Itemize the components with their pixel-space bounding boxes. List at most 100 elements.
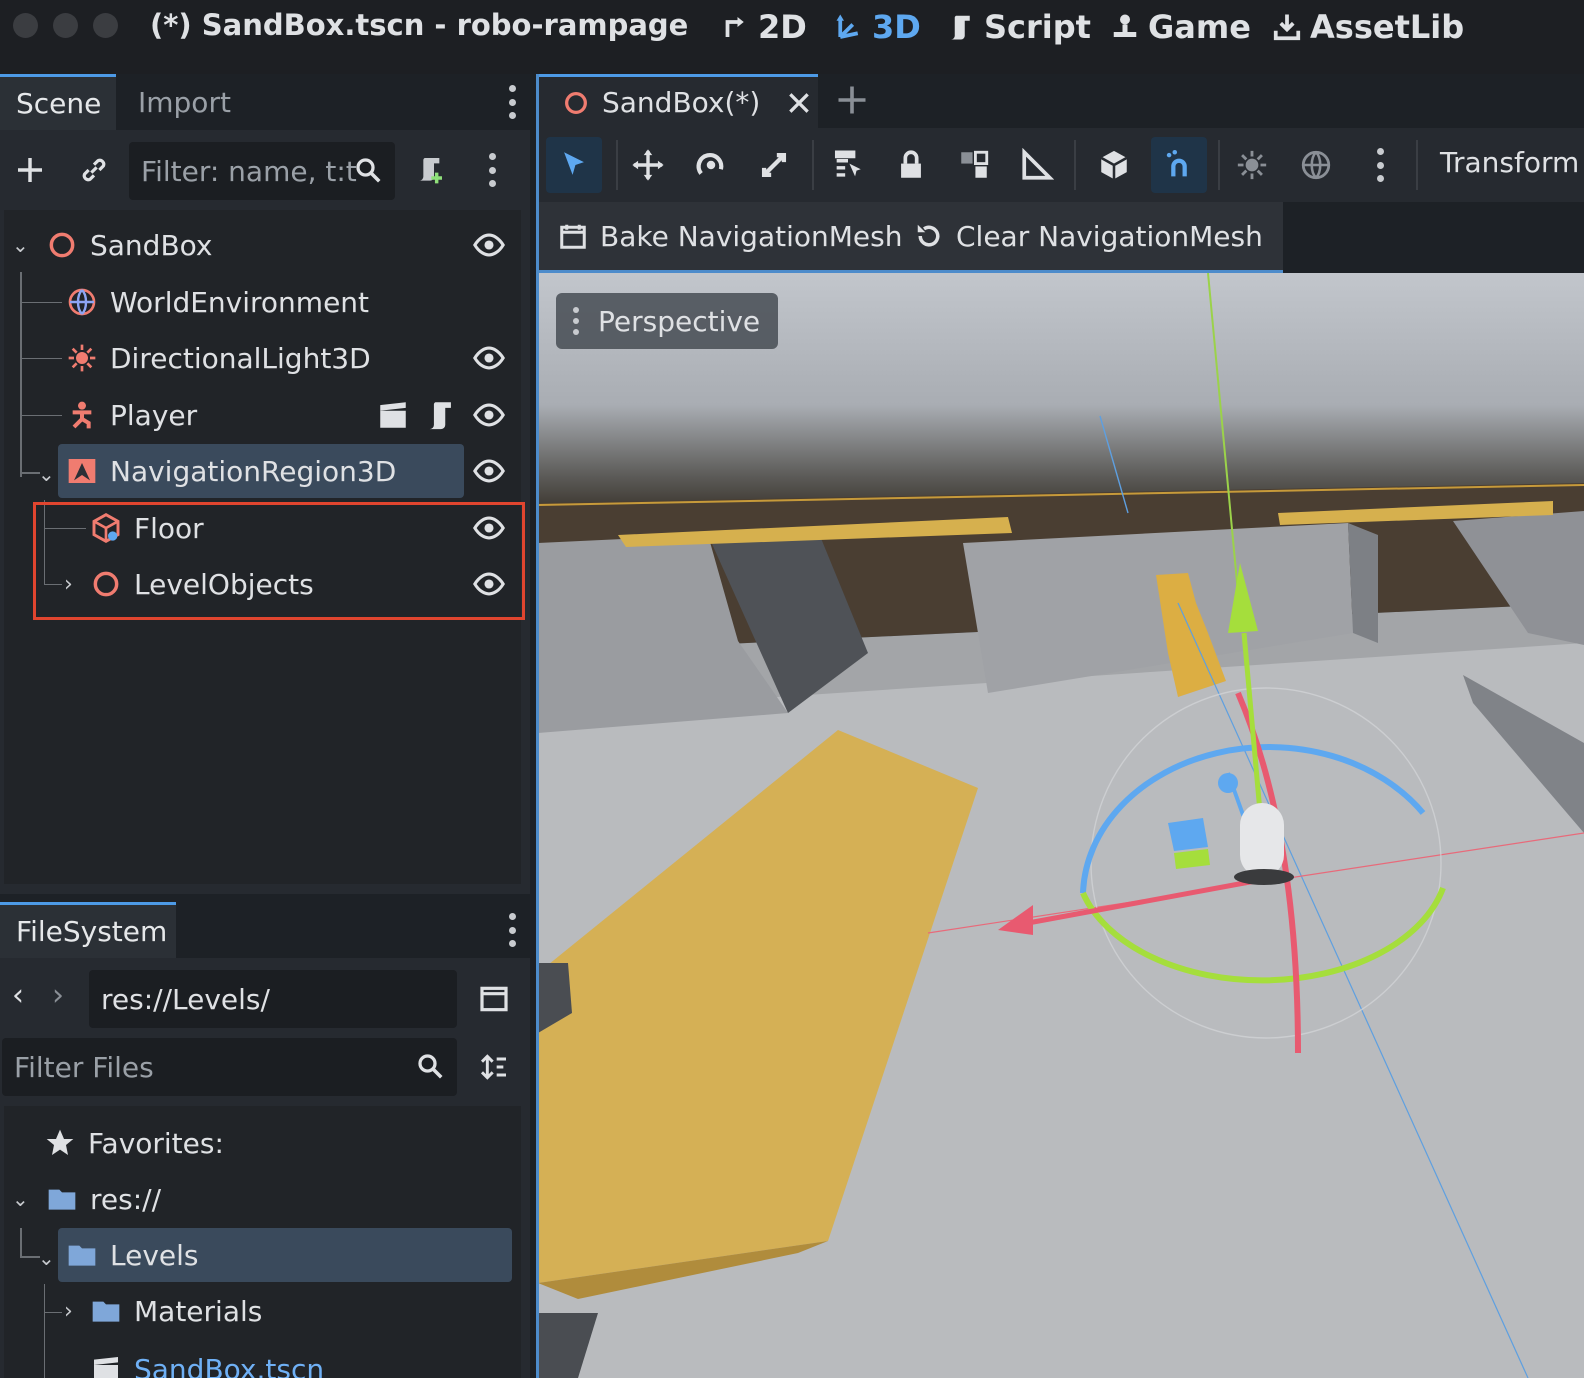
select-mode-button[interactable] bbox=[546, 137, 602, 193]
scene-toolbar-menu-icon[interactable] bbox=[488, 153, 496, 187]
res-root-item[interactable]: ⌄ res:// bbox=[12, 1172, 161, 1226]
sort-files-button[interactable] bbox=[472, 1045, 516, 1089]
scene-tree: ⌄ SandBox WorldEnvironment DirectionalLi… bbox=[4, 210, 521, 884]
filesystem-path-input[interactable]: res://Levels/ bbox=[89, 970, 457, 1028]
tree-node-worldenvironment[interactable]: WorldEnvironment bbox=[66, 275, 369, 329]
close-window-button[interactable] bbox=[13, 13, 38, 38]
workspace-2d-button[interactable]: 2D bbox=[720, 4, 807, 50]
scale-mode-button[interactable] bbox=[746, 137, 802, 193]
scene-tab-sandbox[interactable]: SandBox(*) bbox=[538, 74, 818, 128]
tree-node-player[interactable]: Player bbox=[66, 388, 197, 442]
add-node-button[interactable] bbox=[8, 148, 52, 192]
ruler-button[interactable] bbox=[1009, 137, 1065, 193]
viewport-toolbar: Transform bbox=[538, 128, 1584, 202]
node3d-icon bbox=[565, 91, 587, 114]
chevron-right-icon[interactable]: › bbox=[64, 572, 78, 597]
add-scene-tab-button[interactable] bbox=[834, 82, 874, 122]
window-title: (*) SandBox.tscn - robo-rampage bbox=[150, 8, 689, 42]
zoom-window-button[interactable] bbox=[93, 13, 118, 38]
tree-node-navigationregion3d[interactable]: NavigationRegion3D bbox=[58, 444, 464, 498]
list-select-icon bbox=[834, 150, 861, 177]
visibility-eye-icon[interactable] bbox=[472, 341, 506, 375]
chevron-down-icon[interactable]: ⌄ bbox=[12, 1187, 32, 1211]
chevron-down-icon[interactable]: ⌄ bbox=[38, 1246, 55, 1270]
cube-icon bbox=[1100, 150, 1128, 180]
tab-filesystem[interactable]: FileSystem bbox=[0, 902, 176, 958]
ruler-icon bbox=[1022, 148, 1054, 180]
filesystem-path-value: res://Levels/ bbox=[101, 982, 270, 1016]
attach-script-button[interactable] bbox=[408, 148, 452, 192]
sort-icon bbox=[480, 1054, 506, 1080]
back-arrow-icon[interactable]: ‹ bbox=[12, 978, 24, 1013]
tree-node-floor[interactable]: Floor bbox=[90, 501, 204, 555]
kebab-menu-icon bbox=[572, 307, 580, 335]
viewport-border bbox=[536, 74, 539, 1378]
local-space-button[interactable] bbox=[1086, 137, 1142, 193]
favorites-item[interactable]: Favorites: bbox=[44, 1116, 224, 1170]
filter-files-placeholder: Filter Files bbox=[14, 1050, 154, 1084]
sandbox-scene-file-item[interactable]: SandBox.tscn bbox=[90, 1342, 324, 1378]
scene-file-icon bbox=[90, 1353, 122, 1378]
3d-viewport[interactable]: Perspective bbox=[538, 273, 1584, 1378]
lock-button[interactable] bbox=[883, 137, 939, 193]
materials-folder-item[interactable]: › Materials bbox=[64, 1284, 262, 1338]
tab-scene[interactable]: Scene bbox=[0, 74, 116, 130]
group-button[interactable] bbox=[946, 137, 1002, 193]
visibility-eye-icon[interactable] bbox=[472, 511, 506, 545]
tab-import[interactable]: Import bbox=[122, 74, 247, 130]
navigation-region-icon bbox=[66, 455, 98, 487]
close-icon[interactable] bbox=[786, 90, 812, 116]
workspace-2d-label: 2D bbox=[758, 8, 807, 46]
workspace-game-button[interactable]: Game bbox=[1110, 4, 1251, 50]
snap-magnet-icon bbox=[1166, 149, 1187, 177]
move-mode-button[interactable] bbox=[620, 137, 676, 193]
minimize-window-button[interactable] bbox=[53, 13, 78, 38]
open-script-icon[interactable] bbox=[424, 398, 458, 432]
scene-dock-menu-icon[interactable] bbox=[508, 85, 516, 119]
clear-navmesh-button[interactable]: Clear NavigationMesh bbox=[914, 202, 1263, 270]
transform-menu[interactable]: Transform bbox=[1440, 146, 1579, 179]
preview-environment-button[interactable] bbox=[1288, 137, 1344, 193]
chevron-down-icon[interactable]: ⌄ bbox=[12, 233, 32, 257]
bake-navmesh-button[interactable]: Bake NavigationMesh bbox=[558, 202, 902, 270]
workspace-3d-button[interactable]: 3D bbox=[834, 4, 921, 50]
visibility-eye-icon[interactable] bbox=[472, 398, 506, 432]
tree-node-levelobjects[interactable]: › LevelObjects bbox=[64, 557, 314, 611]
group-icon bbox=[961, 150, 989, 178]
scene-filter-input[interactable]: Filter: name, t:t bbox=[129, 142, 395, 200]
folder-icon bbox=[46, 1183, 78, 1215]
preview-sun-button[interactable] bbox=[1224, 137, 1280, 193]
snap-button[interactable] bbox=[1151, 137, 1207, 193]
3d-icon bbox=[836, 14, 859, 39]
workspace-assetlib-button[interactable]: AssetLib bbox=[1272, 4, 1464, 50]
forward-arrow-icon[interactable]: › bbox=[52, 978, 64, 1013]
workspace-script-button[interactable]: Script bbox=[946, 4, 1091, 50]
visibility-eye-icon[interactable] bbox=[472, 228, 506, 262]
rotate-icon bbox=[696, 153, 724, 175]
star-icon bbox=[44, 1127, 76, 1159]
filesystem-dock-menu-icon[interactable] bbox=[508, 913, 516, 947]
node3d-icon bbox=[46, 229, 78, 261]
viewport-menu-icon[interactable] bbox=[1376, 148, 1384, 182]
instance-scene-button[interactable] bbox=[72, 148, 116, 192]
toggle-split-button[interactable] bbox=[472, 977, 516, 1021]
perspective-label: Perspective bbox=[598, 304, 761, 338]
levels-folder-item[interactable]: Levels bbox=[58, 1228, 512, 1282]
chevron-right-icon[interactable]: › bbox=[64, 1299, 78, 1324]
tree-node-sandbox[interactable]: ⌄ SandBox bbox=[12, 218, 512, 272]
open-scene-clapper-icon[interactable] bbox=[376, 398, 410, 432]
window-icon bbox=[480, 986, 508, 1012]
list-select-button[interactable] bbox=[820, 137, 876, 193]
tree-node-directionallight3d[interactable]: DirectionalLight3D bbox=[66, 331, 371, 385]
filter-files-input[interactable]: Filter Files bbox=[2, 1038, 457, 1096]
tree-node-label: LevelObjects bbox=[134, 567, 314, 601]
rotate-mode-button[interactable] bbox=[683, 137, 739, 193]
folder-icon bbox=[66, 1239, 98, 1271]
character-body-icon bbox=[66, 399, 98, 431]
perspective-menu-button[interactable]: Perspective bbox=[556, 293, 779, 349]
tree-node-label: SandBox bbox=[90, 228, 213, 262]
visibility-eye-icon[interactable] bbox=[472, 567, 506, 601]
2d-icon bbox=[725, 17, 744, 37]
visibility-eye-icon[interactable] bbox=[472, 454, 506, 488]
chevron-down-icon[interactable]: ⌄ bbox=[38, 462, 55, 486]
